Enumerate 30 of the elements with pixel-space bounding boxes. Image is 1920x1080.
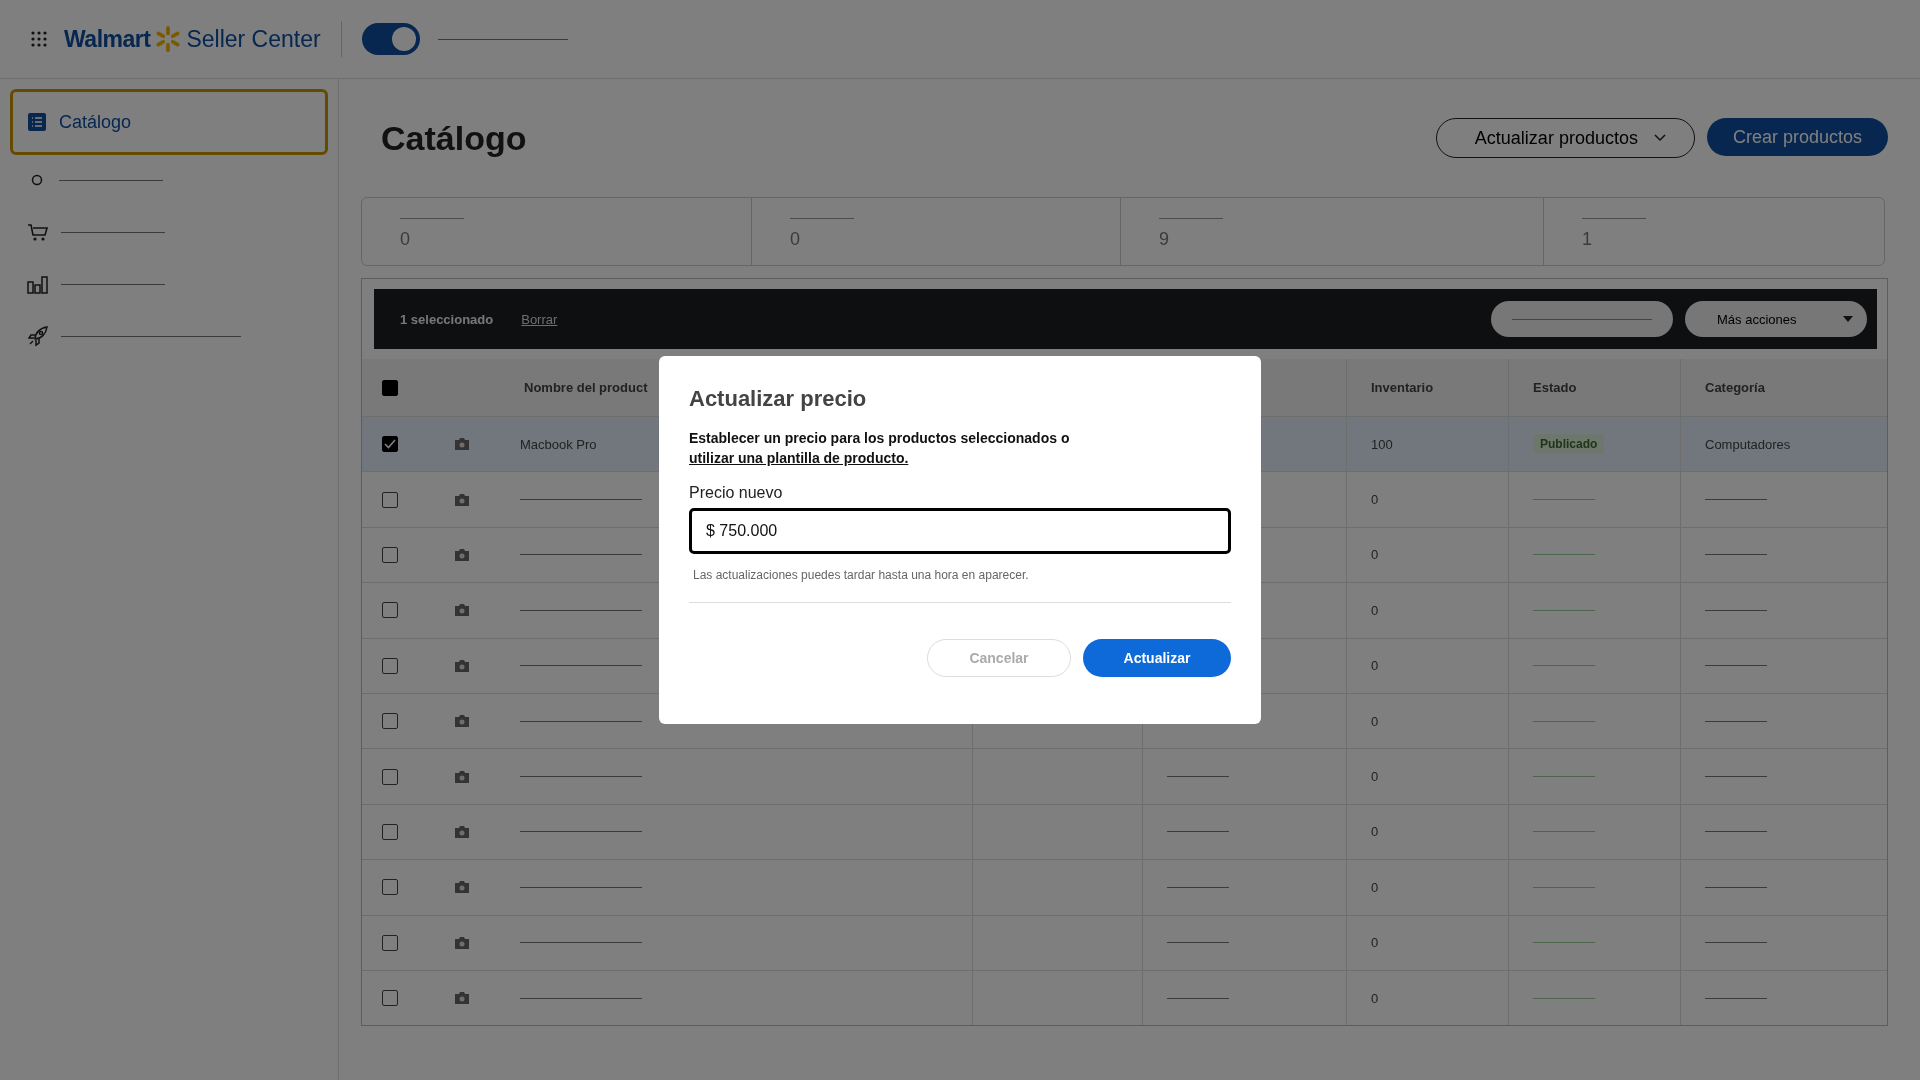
stat-value: 9 bbox=[1159, 229, 1170, 250]
column-header: Nombre del product bbox=[524, 380, 648, 395]
field-hint: Las actualizaciones puedes tardar hasta una hora en aparecer. bbox=[693, 568, 1030, 582]
table-cell: Macbook Pro bbox=[520, 436, 597, 452]
stat-value: 0 bbox=[790, 229, 801, 250]
column-header: Estado bbox=[1533, 380, 1577, 395]
brand-name: Walmart bbox=[64, 25, 151, 53]
column-header: Inventario bbox=[1371, 380, 1434, 395]
stat-value: 0 bbox=[400, 229, 411, 250]
column-header: Categoría bbox=[1705, 380, 1765, 395]
stat-value: 1 bbox=[1582, 229, 1593, 250]
table-cell: 0 bbox=[1371, 935, 1379, 951]
dialog-description: Establecer un precio para los productos seleccionados o utilizar una plantilla de producto. bbox=[689, 429, 1071, 468]
table-cell: 0 bbox=[1371, 492, 1379, 508]
table-cell: 0 bbox=[1371, 658, 1379, 674]
table-cell: 0 bbox=[1371, 547, 1379, 563]
dialog-title: Actualizar precio bbox=[689, 386, 868, 412]
table-cell: 100 bbox=[1371, 436, 1393, 452]
table-cell: Computadores bbox=[1705, 436, 1791, 452]
table-cell: 0 bbox=[1371, 824, 1379, 840]
table-cell: 0 bbox=[1371, 879, 1379, 895]
status-tag: Publicado bbox=[1533, 434, 1605, 455]
selection-count: 1 seleccionado bbox=[400, 311, 494, 327]
field-label: Precio nuevo bbox=[689, 484, 784, 502]
table-cell: 0 bbox=[1371, 713, 1379, 729]
table-cell: 0 bbox=[1371, 990, 1379, 1006]
product-name: Seller Center bbox=[186, 25, 321, 53]
table-cell: 0 bbox=[1371, 602, 1379, 618]
page-title: Catálogo bbox=[381, 118, 527, 158]
table-cell: 0 bbox=[1371, 769, 1379, 785]
